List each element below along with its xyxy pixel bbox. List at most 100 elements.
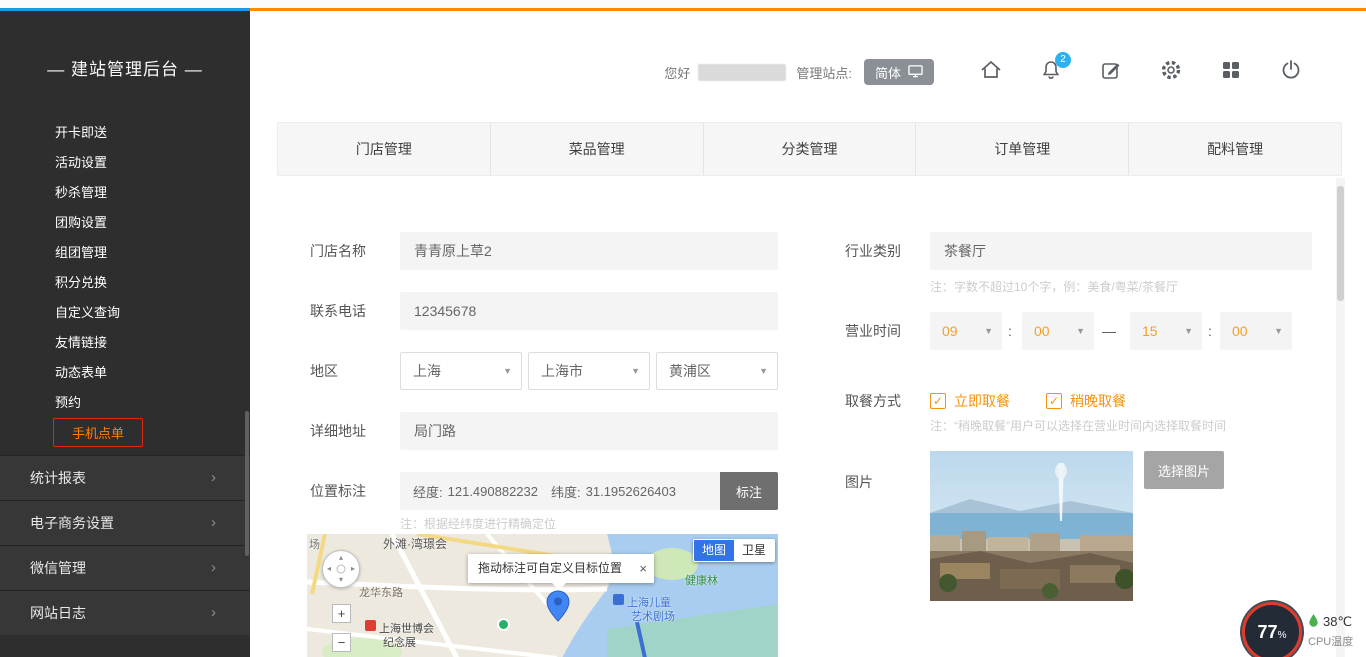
phone-label: 联系电话 (310, 292, 366, 330)
sidebar-item-links[interactable]: 友情链接 (0, 328, 250, 358)
username-redacted (698, 64, 786, 81)
map-label-park: 健康林 (685, 572, 718, 588)
coordinates-bar: 经度: 121.490882232 纬度: 31.1952626403 标注 (400, 472, 778, 510)
time-colon: : (1208, 312, 1212, 350)
zoom-in-button[interactable]: + (332, 604, 351, 623)
province-select[interactable]: 上海 ▼ (400, 352, 522, 390)
close-minute-select[interactable]: 00 ▼ (1220, 312, 1292, 350)
pan-left-icon[interactable]: ◂ (327, 565, 331, 573)
map-marker-pin[interactable] (546, 590, 570, 627)
open-minute-select[interactable]: 00 ▼ (1022, 312, 1094, 350)
sidebar-item-team[interactable]: 组团管理 (0, 238, 250, 268)
tab-order-management[interactable]: 订单管理 (916, 123, 1129, 175)
sidebar-section-wechat[interactable]: 微信管理 › (0, 545, 250, 590)
map-view-button[interactable]: 地图 (694, 540, 734, 561)
cpu-temperature-label: CPU温度 (1308, 633, 1353, 649)
sidebar-section-statistics[interactable]: 统计报表 › (0, 455, 250, 500)
checkbox-checked-icon[interactable]: ✓ (1046, 393, 1062, 409)
satellite-view-button[interactable]: 卫星 (734, 540, 774, 561)
store-photo-thumbnail (930, 451, 1133, 601)
sidebar-item-activity[interactable]: 活动设置 (0, 148, 250, 178)
map-tooltip-text: 拖动标注可自定义目标位置 (478, 561, 622, 575)
pan-center-dot[interactable] (337, 565, 346, 574)
sidebar-item-label: 开卡即送 (55, 125, 107, 140)
pickup-option-later[interactable]: ✓ 稍晚取餐 (1046, 391, 1126, 411)
logout-button[interactable] (1278, 59, 1304, 85)
tab-store-management[interactable]: 门店管理 (278, 123, 491, 175)
content-scrollbar-track[interactable] (1336, 178, 1345, 657)
settings-button[interactable] (1158, 59, 1184, 85)
address-input[interactable] (400, 412, 778, 450)
top-header: 您好 管理站点: 简体 2 (250, 55, 1366, 89)
edit-icon (1099, 58, 1123, 87)
poi-blue-icon (613, 594, 624, 605)
pickup-option-immediate[interactable]: ✓ 立即取餐 (930, 391, 1010, 411)
pickup-note: 注：“稍晚取餐”用户可以选择在营业时间内选择取餐时间 (930, 417, 1226, 434)
mark-location-button[interactable]: 标注 (720, 472, 778, 510)
sidebar-item-booking[interactable]: 预约 (0, 388, 250, 418)
cpu-percent-value: 77 (1258, 622, 1278, 643)
poi-red-icon (365, 620, 376, 631)
sidebar-item-custom-query[interactable]: 自定义查询 (0, 298, 250, 328)
industry-label: 行业类别 (845, 232, 901, 270)
chevron-right-icon: › (211, 546, 216, 590)
time-colon: : (1008, 312, 1012, 350)
notification-badge: 2 (1055, 52, 1071, 68)
tab-label: 门店管理 (356, 139, 412, 159)
latitude-value: 31.1952626403 (586, 484, 676, 499)
sidebar-item-label-active: 手机点单 (53, 418, 143, 447)
chevron-down-icon: ▼ (1076, 326, 1085, 336)
open-minute-value: 00 (1034, 323, 1050, 339)
pan-right-icon[interactable]: ▸ (351, 565, 355, 573)
latitude-label: 纬度: (551, 482, 581, 501)
apps-button[interactable] (1218, 59, 1244, 85)
language-button[interactable]: 简体 (864, 59, 934, 85)
map-widget[interactable]: 场 外滩·湾璟会 龙华东路 上海世博会 纪念展 上海儿童 艺术剧场 健康林 拖动… (307, 534, 778, 657)
sidebar-item-seckill[interactable]: 秒杀管理 (0, 178, 250, 208)
sidebar-section-ecommerce[interactable]: 电子商务设置 › (0, 500, 250, 545)
sidebar-scrollbar[interactable] (245, 411, 249, 556)
edit-button[interactable] (1098, 59, 1124, 85)
chevron-right-icon: › (211, 456, 216, 500)
sidebar-item-label: 团购设置 (55, 215, 107, 230)
sidebar-item-groupbuy[interactable]: 团购设置 (0, 208, 250, 238)
pan-up-icon[interactable]: ▴ (339, 554, 343, 562)
longitude-label: 经度: (413, 482, 443, 501)
content-scrollbar-thumb[interactable] (1337, 186, 1344, 301)
district-select[interactable]: 黄浦区 ▼ (656, 352, 778, 390)
map-pan-control[interactable]: ▴ ▾ ◂ ▸ (322, 550, 360, 588)
pickup-options: ✓ 立即取餐 ✓ 稍晚取餐 (930, 382, 1126, 420)
tab-ingredient-management[interactable]: 配料管理 (1129, 123, 1341, 175)
sidebar-item-dynamic-form[interactable]: 动态表单 (0, 358, 250, 388)
tab-dish-management[interactable]: 菜品管理 (491, 123, 704, 175)
home-button[interactable] (978, 59, 1004, 85)
industry-input[interactable] (930, 232, 1312, 270)
sidebar-item-mobile-order[interactable]: 手机点单 (0, 418, 250, 448)
close-icon[interactable]: × (639, 554, 647, 583)
location-label: 位置标注 (310, 472, 366, 510)
chevron-down-icon: ▼ (1274, 326, 1283, 336)
chevron-down-icon: ▼ (984, 326, 993, 336)
hours-label: 营业时间 (845, 312, 901, 350)
checkbox-checked-icon[interactable]: ✓ (930, 393, 946, 409)
city-select[interactable]: 上海市 ▼ (528, 352, 650, 390)
pan-down-icon[interactable]: ▾ (339, 576, 343, 584)
tab-label: 配料管理 (1207, 139, 1263, 159)
sidebar-item-points[interactable]: 积分兑换 (0, 268, 250, 298)
notifications-button[interactable]: 2 (1038, 59, 1064, 85)
home-icon (979, 58, 1003, 87)
sidebar-item-label: 积分兑换 (55, 275, 107, 290)
section-label: 微信管理 (30, 560, 86, 576)
app-logo: — 建站管理后台 — (0, 11, 250, 123)
open-hour-select[interactable]: 09 ▼ (930, 312, 1002, 350)
tab-category-management[interactable]: 分类管理 (704, 123, 917, 175)
choose-image-button[interactable]: 选择图片 (1144, 451, 1224, 489)
phone-input[interactable] (400, 292, 778, 330)
sidebar-item-label: 友情链接 (55, 335, 107, 350)
sidebar-section-site-log[interactable]: 网站日志 › (0, 590, 250, 635)
map-label-theater: 艺术剧场 (631, 608, 675, 624)
close-hour-select[interactable]: 15 ▼ (1130, 312, 1202, 350)
store-name-input[interactable] (400, 232, 778, 270)
droplet-icon (1308, 613, 1319, 631)
zoom-out-button[interactable]: − (332, 633, 351, 652)
